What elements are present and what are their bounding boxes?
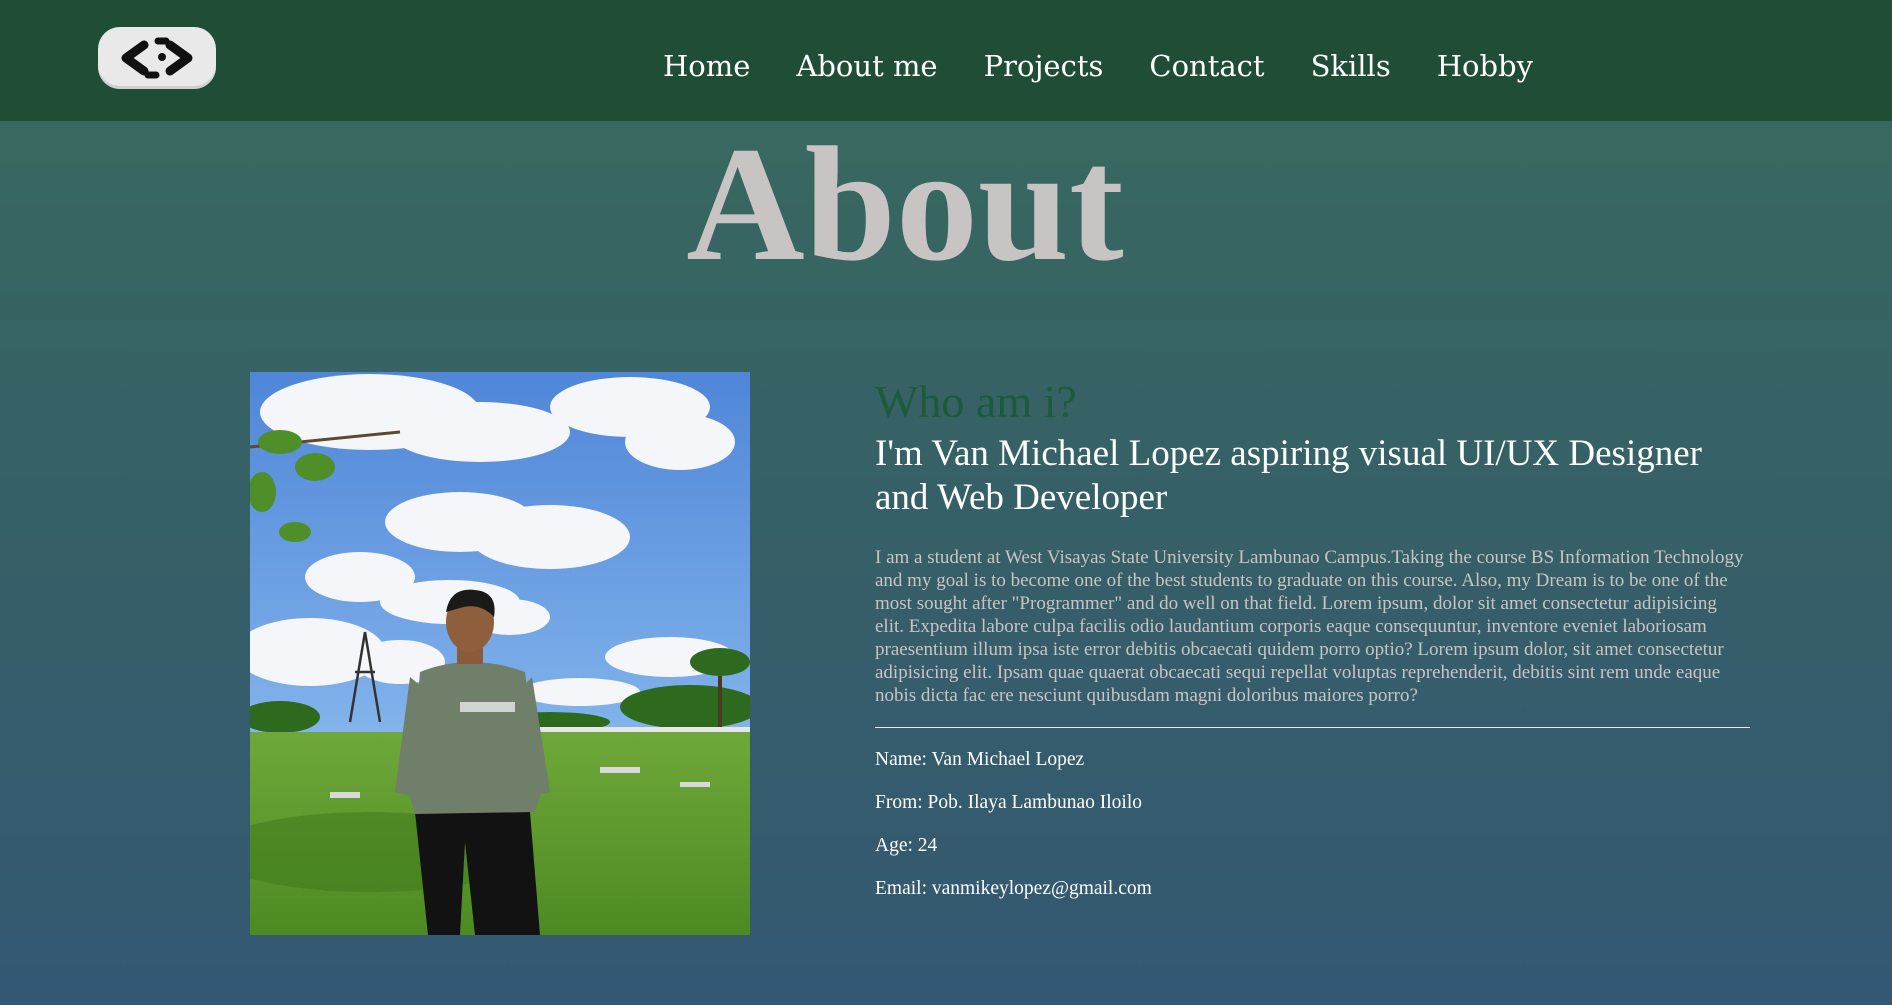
nav-projects[interactable]: Projects: [984, 44, 1104, 88]
profile-photo: [250, 372, 750, 935]
page-title: About: [686, 114, 1124, 295]
about-description: I am a student at West Visayas State Uni…: [875, 547, 1744, 706]
nav-contact[interactable]: Contact: [1149, 44, 1264, 88]
divider: [875, 727, 1750, 728]
main-nav: Home About me Projects Contact Skills Ho…: [663, 44, 1533, 88]
detail-name: Name: Van Michael Lopez: [875, 749, 1085, 770]
personal-details: Name: Van Michael Lopez From: Pob. Ilaya…: [875, 750, 1750, 899]
nav-home[interactable]: Home: [663, 44, 750, 88]
detail-email: Email: vanmikeylopez@gmail.com: [875, 878, 1152, 899]
who-am-i-heading: Who am i?: [875, 376, 1077, 427]
nav-skills[interactable]: Skills: [1311, 44, 1391, 88]
about-info: Who am i? I'm Van Michael Lopez aspiring…: [875, 372, 1750, 922]
detail-age: Age: 24: [875, 835, 938, 856]
nav-about-me[interactable]: About me: [796, 44, 937, 88]
intro-heading: I'm Van Michael Lopez aspiring visual UI…: [875, 433, 1702, 518]
logo-icon[interactable]: [98, 27, 216, 89]
detail-from: From: Pob. Ilaya Lambunao Iloilo: [875, 792, 1143, 813]
nav-hobby[interactable]: Hobby: [1437, 44, 1533, 88]
navbar: Home About me Projects Contact Skills Ho…: [0, 0, 1892, 121]
